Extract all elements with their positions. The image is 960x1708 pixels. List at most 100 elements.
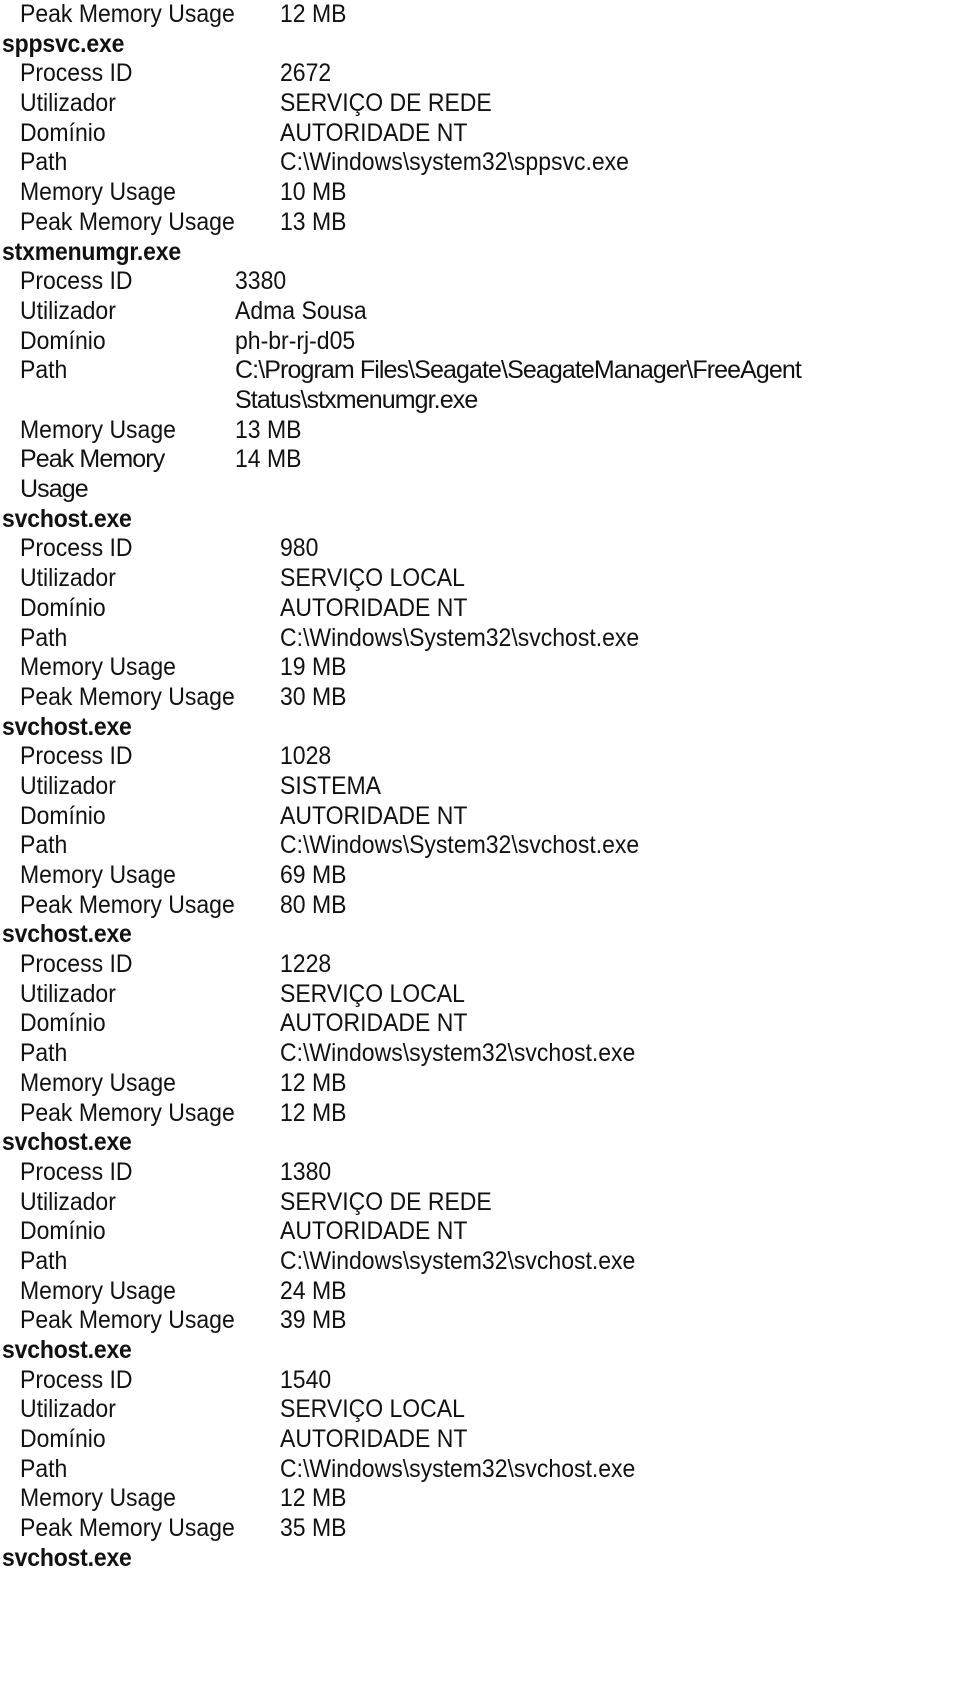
field-row: Path C:\Windows\system32\svchost.exe [0, 1247, 960, 1277]
process-block: svchost.exe Process ID 1540 Utilizador SER… [0, 1336, 960, 1544]
field-value: AUTORIDADE NT [280, 1217, 468, 1246]
field-row: Utilizador SERVIÇO DE REDE [0, 1188, 960, 1218]
field-value: SERVIÇO LOCAL [280, 1395, 465, 1424]
field-row: Process ID 980 [0, 534, 960, 564]
field-value: 2672 [280, 59, 332, 88]
field-label: Utilizador [20, 979, 116, 1008]
field-row: Path C:\Program Files\Seagate\SeagateMana… [0, 356, 960, 415]
process-block: svchost.exe Process ID 1028 Utilizador SIS… [0, 713, 960, 921]
field-value: 12 MB [280, 1098, 347, 1127]
field-row: Peak Memory Usage 12 MB [0, 1099, 960, 1129]
field-label: Domínio [20, 1425, 106, 1454]
field-value: AUTORIDADE NT [280, 1009, 468, 1038]
field-label: Utilizador [20, 1187, 116, 1216]
field-label: Process ID [20, 1365, 133, 1394]
field-value: 39 MB [280, 1306, 347, 1335]
process-block: sppsvc.exe Process ID 2672 Utilizador SERV… [0, 30, 960, 238]
field-row: Process ID 1540 [0, 1366, 960, 1396]
field-row: Utilizador Adma Sousa [0, 297, 960, 327]
field-label: Domínio [20, 1009, 106, 1038]
field-label: Peak Memory Usage [20, 682, 235, 711]
field-row: Peak Memory Usage 13 MB [0, 208, 960, 238]
field-row: Path C:\Windows\System32\svchost.exe [0, 831, 960, 861]
field-value: 12 MB [280, 1068, 347, 1097]
field-row: Peak Memory Usage 30 MB [0, 683, 960, 713]
field-label: Path [20, 623, 68, 652]
field-label: Memory Usage [20, 1484, 176, 1513]
field-value: 19 MB [280, 653, 347, 682]
process-block: svchost.exe Process ID 1228 Utilizador SER… [0, 920, 960, 1128]
field-row: Path C:\Windows\system32\sppsvc.exe [0, 148, 960, 178]
field-row: Domínio AUTORIDADE NT [0, 1009, 960, 1039]
field-row: Utilizador SERVIÇO LOCAL [0, 1395, 960, 1425]
field-row: Peak Memory Usage 35 MB [0, 1514, 960, 1544]
field-label: Memory Usage [20, 1276, 176, 1305]
field-row: Path C:\Windows\system32\svchost.exe [0, 1039, 960, 1069]
field-value: 1380 [280, 1157, 332, 1186]
field-label: Peak Memory Usage [20, 207, 235, 236]
field-row: Process ID 2672 [0, 59, 960, 89]
process-name: svchost.exe [2, 712, 132, 741]
field-label: Process ID [20, 1157, 133, 1186]
field-value: SERVIÇO LOCAL [280, 564, 465, 593]
field-value: SERVIÇO LOCAL [280, 979, 465, 1008]
process-name: sppsvc.exe [2, 29, 125, 58]
field-value: 1028 [280, 742, 332, 771]
field-value: 13 MB [280, 207, 347, 236]
field-label: Path [20, 148, 68, 177]
field-value: C:\Windows\System32\svchost.exe [280, 623, 640, 652]
field-row: Memory Usage 13 MB [0, 416, 960, 446]
field-label: Domínio [20, 1217, 106, 1246]
field-row: Domínio AUTORIDADE NT [0, 1425, 960, 1455]
field-label: Domínio [20, 118, 106, 147]
field-value: 1228 [280, 950, 332, 979]
field-row: Process ID 1228 [0, 950, 960, 980]
field-value: Adma Sousa [235, 296, 367, 325]
field-label: Memory Usage [20, 653, 176, 682]
field-value: 14 MB [235, 445, 302, 474]
field-row: Path C:\Windows\System32\svchost.exe [0, 624, 960, 654]
field-value: AUTORIDADE NT [280, 801, 468, 830]
process-list: sppsvc.exe Process ID 2672 Utilizador SERV… [0, 30, 960, 1574]
field-value: 24 MB [280, 1276, 347, 1305]
field-row: Peak Memory Usage 80 MB [0, 891, 960, 921]
field-row: Domínio AUTORIDADE NT [0, 1217, 960, 1247]
field-label: Domínio [20, 593, 106, 622]
field-label: Memory Usage [20, 1068, 176, 1097]
process-name: svchost.exe [2, 920, 132, 949]
process-name: svchost.exe [2, 1128, 132, 1157]
field-value: C:\Windows\system32\svchost.exe [280, 1039, 636, 1068]
field-label: Process ID [20, 59, 133, 88]
field-value: 3380 [235, 267, 287, 296]
field-label: Process ID [20, 950, 133, 979]
field-label: Path [20, 1246, 68, 1275]
field-label: Utilizador [20, 89, 116, 118]
field-label: Peak Memory Usage [20, 1514, 235, 1543]
process-name: svchost.exe [2, 1543, 132, 1572]
field-value: ph-br-rj-d05 [235, 326, 356, 355]
field-row: Peak Memory Usage 39 MB [0, 1306, 960, 1336]
field-row: Peak Memory Usage 12 MB [0, 0, 960, 30]
field-row: Utilizador SISTEMA [0, 772, 960, 802]
field-value: 10 MB [280, 178, 347, 207]
field-label: Process ID [20, 534, 133, 563]
field-value: C:\Windows\system32\sppsvc.exe [280, 148, 629, 177]
process-block: stxmenumgr.exe Process ID 3380 Utilizador… [0, 238, 960, 505]
field-row: Memory Usage 12 MB [0, 1484, 960, 1514]
field-row: Process ID 1028 [0, 742, 960, 772]
field-value: 30 MB [280, 682, 347, 711]
field-value: C:\Windows\System32\svchost.exe [280, 831, 640, 860]
field-label: Memory Usage [20, 415, 176, 444]
field-label: Peak Memory Usage [20, 890, 235, 919]
field-label: Path [20, 1039, 68, 1068]
field-value: SERVIÇO DE REDE [280, 1187, 492, 1216]
field-row: Memory Usage 19 MB [0, 653, 960, 683]
field-row: Process ID 1380 [0, 1158, 960, 1188]
field-label: Memory Usage [20, 861, 176, 889]
field-value: 13 MB [235, 415, 302, 444]
field-label: Peak Memory Usage [20, 1098, 235, 1127]
field-value: SISTEMA [280, 771, 381, 800]
field-row: Process ID 3380 [0, 267, 960, 297]
field-row: Memory Usage 69 MB [0, 861, 960, 891]
field-label: Domínio [20, 801, 106, 830]
